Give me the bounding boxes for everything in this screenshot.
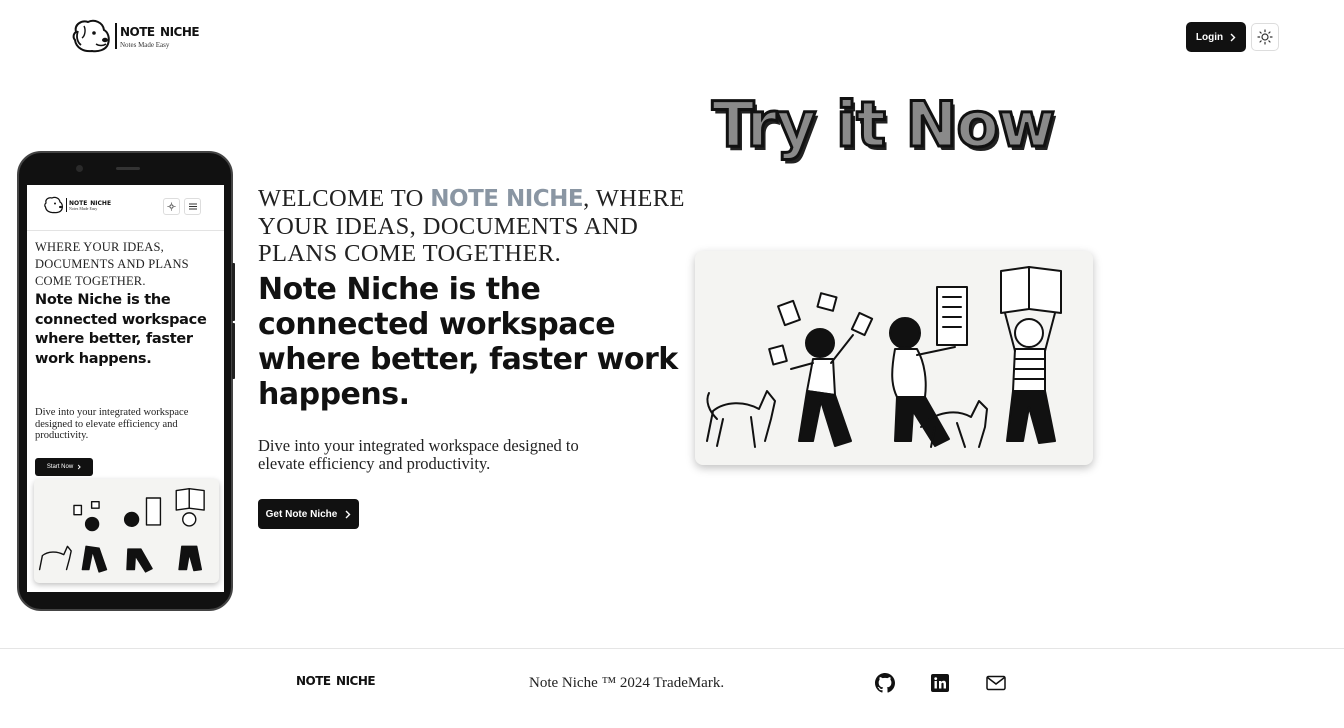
logo-divider [66,198,67,212]
phone-header: Note Niche Notes Made Easy [27,185,224,231]
phone-mockup: Note Niche Notes Made Easy WHERE YOUR ID… [17,151,235,611]
hero-illustration [695,251,1093,465]
hamburger-menu-icon [188,203,197,210]
welcome-text: WELCOME TO NOTE NICHE, WHERE YOUR IDEAS,… [258,185,698,267]
phone-headline: Note Niche is the connected workspace wh… [35,292,207,367]
hero-headline: Note Niche is the connected workspace wh… [258,272,678,412]
logo-brand-name: Note Niche [120,21,200,41]
phone-welcome-text: WHERE YOUR IDEAS, DOCUMENTS AND PLANS CO… [35,240,189,288]
phone-description: Dive into your integrated workspace desi… [35,407,189,441]
phone-menu-button[interactable] [184,198,201,215]
mail-link[interactable] [986,673,1006,693]
theme-toggle-button[interactable] [1251,23,1279,51]
people-with-documents-illustration [38,488,205,573]
login-button[interactable]: Login [1186,22,1246,52]
phone-logo[interactable]: Note Niche Notes Made Easy [43,196,111,214]
phone-side-button [232,263,235,321]
phone-logo-tagline: Notes Made Easy [69,206,98,212]
mail-icon [986,675,1006,691]
phone-start-now-button[interactable]: Start Now [35,458,93,476]
logo-divider [115,23,117,49]
site-logo[interactable]: Note Niche Notes Made Easy [70,18,200,54]
logo-tagline: Notes Made Easy [120,41,170,49]
github-link[interactable] [875,673,895,693]
welcome-brand: NOTE NICHE [430,186,584,212]
phone-hero-illustration [34,479,219,583]
sun-icon [1257,29,1273,45]
try-it-now-heading: Try it Now [710,87,1056,163]
sun-icon [167,202,176,211]
start-now-label: Start Now [46,464,74,470]
get-note-niche-label: Get Note Niche [265,508,338,520]
dog-logo-icon [44,196,64,214]
people-with-documents-illustration [706,266,1062,448]
github-icon [875,673,895,693]
footer-copyright: Note Niche ™ 2024 TradeMark. [529,675,725,691]
footer-brand: Note Niche [296,670,376,690]
phone-speaker [116,167,140,170]
login-label: Login [1195,31,1224,43]
get-note-niche-button[interactable]: Get Note Niche [258,499,359,529]
chevron-right-icon [1230,33,1236,41]
chevron-right-icon [77,464,81,470]
phone-theme-toggle-button[interactable] [163,198,180,215]
welcome-prefix: WELCOME TO [258,185,424,212]
site-footer: Note Niche Note Niche ™ 2024 TradeMark. [0,648,1344,728]
dog-logo-icon [72,19,110,53]
phone-screen: Note Niche Notes Made Easy WHERE YOUR ID… [27,185,224,592]
hero-description: Dive into your integrated workspace desi… [258,436,579,473]
linkedin-link[interactable] [930,673,950,693]
phone-camera [76,165,83,172]
chevron-right-icon [345,510,351,518]
linkedin-icon [931,674,949,692]
phone-side-button [232,323,235,379]
